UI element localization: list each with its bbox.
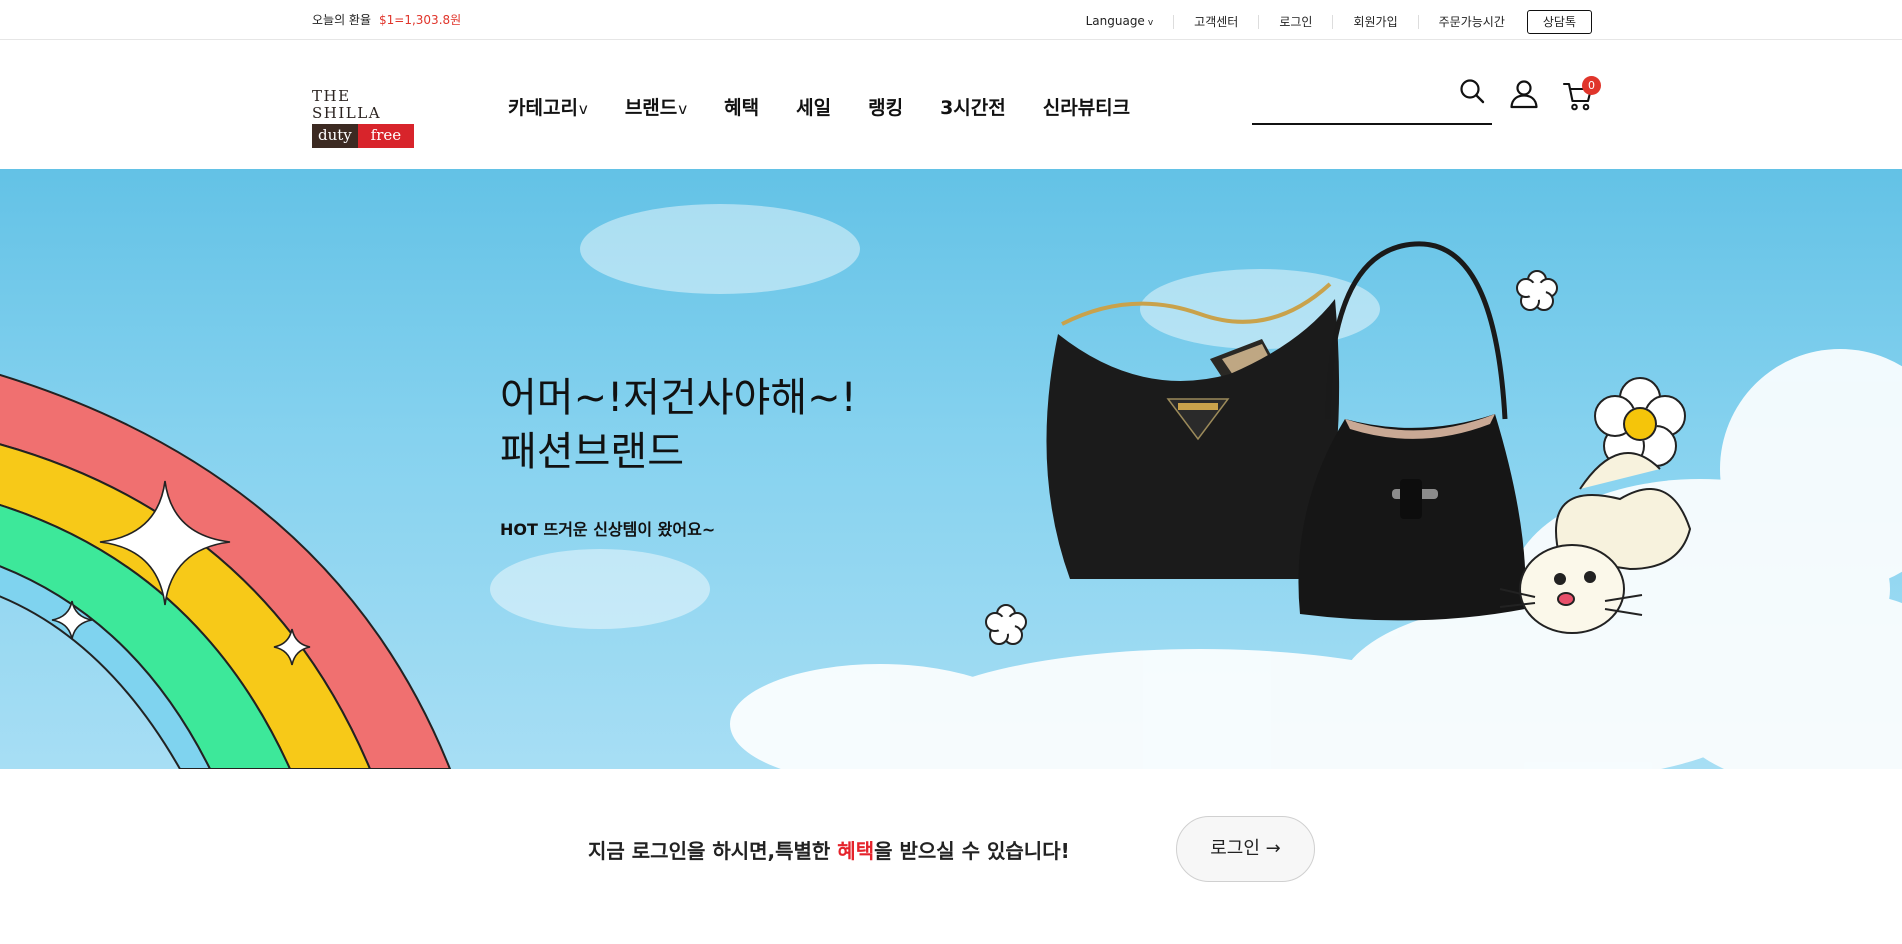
nav-category[interactable]: 카테고리v bbox=[508, 93, 588, 120]
global-navigation: 카테고리v 브랜드v 혜택 세일 랭킹 3시간전 신라뷰티크 bbox=[508, 93, 1167, 120]
rainbow-illustration bbox=[0, 373, 452, 769]
nav-ranking[interactable]: 랭킹 bbox=[868, 93, 903, 120]
customer-center-link[interactable]: 고객센터 bbox=[1173, 15, 1258, 29]
search-box bbox=[1252, 77, 1492, 125]
login-promo-section: 지금 로그인을 하시면,특별한 혜택을 받으실 수 있습니다! 로그인 → bbox=[0, 769, 1902, 944]
promo-suffix: 을 받으실 수 있습니다! bbox=[874, 839, 1070, 863]
logo-free-text: free bbox=[357, 124, 414, 148]
exchange-rate-value: $1=1,303.8원 bbox=[379, 13, 462, 27]
signup-link[interactable]: 회원가입 bbox=[1332, 15, 1417, 29]
exchange-rate-label: 오늘의 환율 bbox=[312, 13, 372, 27]
shilla-duty-free-logo[interactable]: THE SHILLA duty free bbox=[312, 88, 414, 148]
exchange-rate: 오늘의 환율 $1=1,303.8원 bbox=[312, 11, 461, 28]
language-selector[interactable]: Language v bbox=[1066, 14, 1174, 30]
chevron-down-icon: v bbox=[678, 100, 688, 118]
promo-prefix: 지금 로그인을 하시면,특별한 bbox=[588, 839, 838, 863]
logo-bottom: duty free bbox=[312, 124, 414, 148]
login-link[interactable]: 로그인 bbox=[1258, 15, 1332, 29]
nav-brand-label: 브랜드 bbox=[624, 97, 678, 119]
nav-brand[interactable]: 브랜드v bbox=[625, 93, 687, 120]
hero-subtitle: HOT 뜨거운 신상템이 왔어요~ bbox=[500, 520, 716, 539]
consult-talk-button[interactable]: 상담톡 bbox=[1526, 10, 1592, 34]
login-promo-text: 지금 로그인을 하시면,특별한 혜택을 받으실 수 있습니다! bbox=[588, 835, 1070, 864]
nav-shilla-beautique[interactable]: 신라뷰티크 bbox=[1043, 93, 1130, 120]
login-button[interactable]: 로그인 → bbox=[1176, 816, 1315, 882]
hero-title: 어머~!저건사야해~! 패션브랜드 bbox=[500, 371, 857, 479]
chevron-down-icon: v bbox=[1147, 18, 1154, 28]
logo-top-text: THE SHILLA bbox=[312, 87, 382, 122]
top-utility-bar: 오늘의 환율 $1=1,303.8원 Language v 고객센터 로그인 회원가… bbox=[0, 0, 1902, 40]
order-hours-link[interactable]: 주문가능시간 bbox=[1417, 15, 1525, 29]
search-icon[interactable] bbox=[1458, 77, 1486, 105]
search-input[interactable] bbox=[1252, 77, 1452, 117]
hero-title-line2: 패션브랜드 bbox=[500, 429, 684, 475]
hero-artwork bbox=[0, 204, 1902, 769]
nav-3hours-before[interactable]: 3시간전 bbox=[940, 93, 1006, 120]
chevron-down-icon: v bbox=[578, 100, 588, 118]
logo-duty-text: duty bbox=[312, 124, 358, 148]
cart-count-badge: 0 bbox=[1582, 76, 1601, 95]
language-label: Language bbox=[1085, 14, 1145, 28]
user-icon[interactable] bbox=[1508, 78, 1540, 110]
utility-links: Language v 고객센터 로그인 회원가입 주문가능시간 상담톡 bbox=[1066, 10, 1592, 34]
nav-benefits[interactable]: 혜택 bbox=[724, 93, 759, 120]
promo-highlight: 혜택 bbox=[837, 839, 875, 863]
nav-category-label: 카테고리 bbox=[508, 97, 578, 119]
hero-title-line1: 어머~!저건사야해~! bbox=[500, 375, 857, 421]
hero-banner[interactable]: 어머~!저건사야해~! 패션브랜드 HOT 뜨거운 신상템이 왔어요~ bbox=[0, 169, 1902, 769]
nav-sale[interactable]: 세일 bbox=[796, 93, 831, 120]
main-header: THE SHILLA duty free 카테고리v 브랜드v 혜택 세일 랭킹… bbox=[0, 40, 1902, 169]
